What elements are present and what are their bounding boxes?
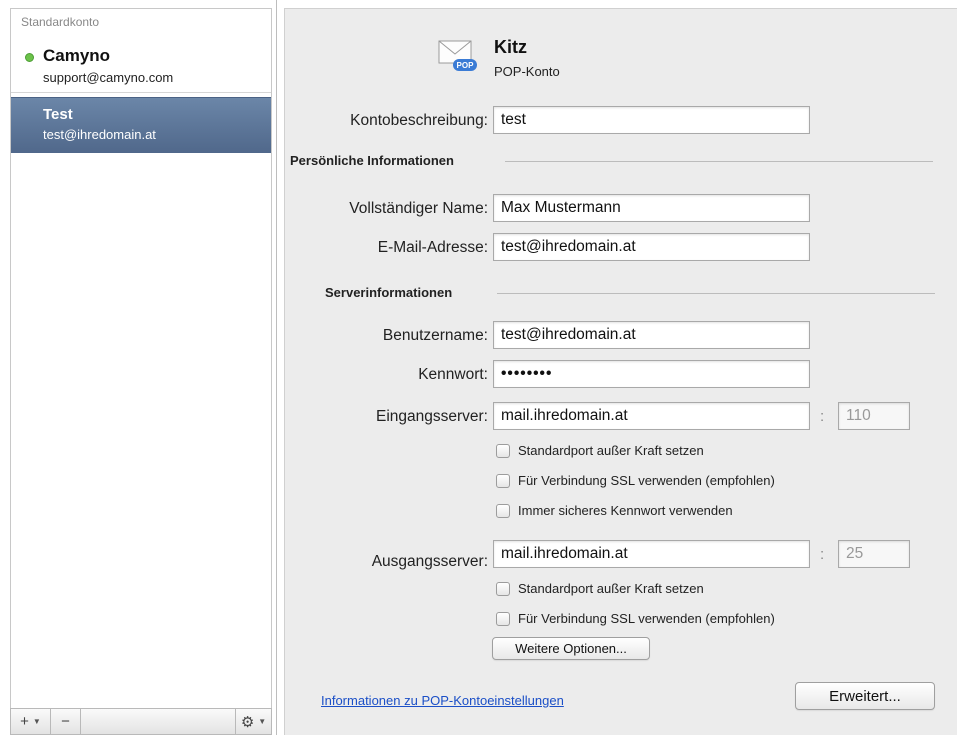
outgoing-server-label: Ausgangsserver: xyxy=(371,553,488,570)
port-separator: : xyxy=(820,408,825,425)
plus-icon: + xyxy=(20,713,29,730)
dropdown-arrow-icon: ▼ xyxy=(258,717,267,726)
incoming-server-label: Eingangsserver: xyxy=(375,408,488,425)
password-input[interactable] xyxy=(493,360,810,388)
username-label: Benutzername: xyxy=(382,327,488,344)
server-info-heading: Serverinformationen xyxy=(325,285,453,300)
account-item-camyno[interactable]: Camyno support@camyno.com xyxy=(11,35,271,91)
account-email: support@camyno.com xyxy=(43,70,174,85)
account-settings-panel: POP Kitz POP-Konto Kontobeschreibung: Pe… xyxy=(284,8,957,735)
description-label: Kontobeschreibung: xyxy=(350,112,488,129)
checkbox-label: Standardport außer Kraft setzen xyxy=(518,581,704,596)
section-divider xyxy=(505,161,933,162)
incoming-server-input[interactable] xyxy=(493,402,810,430)
pop-badge: POP xyxy=(457,61,475,70)
account-email: test@ihredomain.at xyxy=(43,127,156,142)
email-label: E-Mail-Adresse: xyxy=(377,239,488,256)
account-item-test[interactable]: Test test@ihredomain.at xyxy=(11,97,271,153)
checkbox-box xyxy=(496,581,510,596)
account-title: Kitz xyxy=(494,37,527,57)
pop-settings-info-link[interactable]: Informationen zu POP-Kontoeinstellungen xyxy=(321,693,564,708)
incoming-ssl-checkbox[interactable]: Für Verbindung SSL verwenden (empfohlen) xyxy=(496,473,775,488)
checkbox-box xyxy=(496,443,510,458)
online-status-icon xyxy=(25,53,34,62)
fullname-input[interactable] xyxy=(493,194,810,222)
checkbox-box xyxy=(496,503,510,518)
checkbox-label: Für Verbindung SSL verwenden (empfohlen) xyxy=(518,611,775,626)
email-input[interactable] xyxy=(493,233,810,261)
more-options-button[interactable]: Weitere Optionen... xyxy=(492,637,650,660)
username-input[interactable] xyxy=(493,321,810,349)
sidebar-toolbar: + ▼ − ⚙ ▼ xyxy=(10,708,272,735)
description-input[interactable] xyxy=(493,106,810,134)
personal-info-heading: Persönliche Informationen xyxy=(290,153,454,168)
outgoing-ssl-checkbox[interactable]: Für Verbindung SSL verwenden (empfohlen) xyxy=(496,611,775,626)
add-account-button[interactable]: + ▼ xyxy=(11,709,51,734)
outgoing-port-input[interactable] xyxy=(838,540,910,568)
dropdown-arrow-icon: ▼ xyxy=(32,717,41,726)
envelope-pop-icon: POP xyxy=(438,40,477,71)
account-sidebar: Standardkonto Camyno support@camyno.com … xyxy=(0,0,277,735)
account-type: POP-Konto xyxy=(494,64,560,79)
fullname-label: Vollständiger Name: xyxy=(349,200,488,217)
minus-icon: − xyxy=(61,713,70,730)
secure-password-checkbox[interactable]: Immer sicheres Kennwort verwenden xyxy=(496,503,733,518)
outgoing-override-port-checkbox[interactable]: Standardport außer Kraft setzen xyxy=(496,581,704,596)
checkbox-box xyxy=(496,611,510,626)
divider xyxy=(11,92,271,93)
account-actions-button[interactable]: ⚙ ▼ xyxy=(235,709,271,734)
advanced-button[interactable]: Erweitert... xyxy=(795,682,935,710)
default-account-group-label: Standardkonto xyxy=(21,15,100,29)
checkbox-box xyxy=(496,473,510,488)
checkbox-label: Standardport außer Kraft setzen xyxy=(518,443,704,458)
checkbox-label: Immer sicheres Kennwort verwenden xyxy=(518,503,733,518)
account-list: Standardkonto Camyno support@camyno.com … xyxy=(10,8,272,708)
account-name: Test xyxy=(43,106,73,123)
section-divider xyxy=(497,293,935,294)
gear-icon: ⚙ xyxy=(240,713,255,731)
checkbox-label: Für Verbindung SSL verwenden (empfohlen) xyxy=(518,473,775,488)
remove-account-button[interactable]: − xyxy=(51,709,81,734)
incoming-port-input[interactable] xyxy=(838,402,910,430)
account-name: Camyno xyxy=(43,46,111,65)
incoming-override-port-checkbox[interactable]: Standardport außer Kraft setzen xyxy=(496,443,704,458)
outgoing-server-input[interactable] xyxy=(493,540,810,568)
password-label: Kennwort: xyxy=(418,366,488,383)
port-separator: : xyxy=(820,546,825,563)
